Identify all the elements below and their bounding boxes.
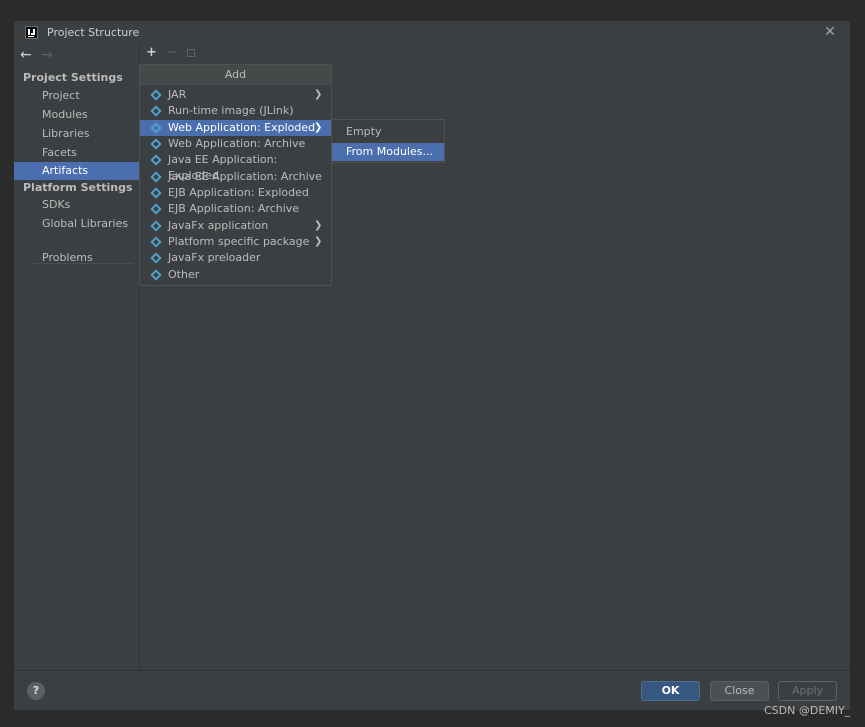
menu-item-runtime-image[interactable]: Run-time image (JLink) — [140, 103, 331, 119]
add-artifact-popup: Add JAR ❯ Run-time image (JLink) Web App… — [139, 64, 332, 286]
artifact-icon — [150, 154, 162, 166]
close-button[interactable]: Close — [710, 681, 769, 701]
intellij-app-icon — [25, 26, 38, 39]
menu-item-platform-specific-package[interactable]: Platform specific package ❯ — [140, 234, 331, 250]
menu-item-javafx-preloader[interactable]: JavaFx preloader — [140, 250, 331, 266]
menu-item-label: JAR — [168, 88, 187, 101]
menu-item-ejb-exploded[interactable]: EJB Application: Exploded — [140, 185, 331, 201]
submenu-item-from-modules[interactable]: From Modules... — [332, 143, 444, 161]
menu-item-label: JavaFx preloader — [168, 251, 261, 264]
sidebar-item-sdks[interactable]: SDKs — [14, 196, 139, 214]
artifact-icon — [150, 252, 162, 264]
ok-button[interactable]: OK — [641, 681, 700, 701]
artifact-icon — [150, 138, 162, 150]
chevron-right-icon: ❯ — [314, 236, 323, 247]
menu-item-ejb-archive[interactable]: EJB Application: Archive — [140, 201, 331, 217]
artifact-icon — [150, 122, 162, 134]
watermark-text: CSDN @DEMIY_ — [764, 704, 851, 717]
menu-item-label: EJB Application: Exploded — [168, 186, 309, 199]
artifact-icon — [150, 105, 162, 117]
artifact-icon — [150, 269, 162, 281]
artifact-icon — [150, 203, 162, 215]
artifact-icon — [150, 236, 162, 248]
forward-arrow-icon[interactable]: → — [41, 47, 53, 63]
sidebar-item-global-libraries[interactable]: Global Libraries — [14, 215, 139, 233]
help-button[interactable]: ? — [27, 682, 45, 700]
sidebar-item-facets[interactable]: Facets — [14, 144, 139, 162]
menu-item-other[interactable]: Other — [140, 267, 331, 283]
close-icon[interactable]: ✕ — [820, 23, 840, 41]
artifact-icon — [150, 171, 162, 183]
submenu-item-empty[interactable]: Empty — [332, 123, 444, 141]
menu-item-label: Run-time image (JLink) — [168, 104, 294, 117]
artifact-icon — [150, 89, 162, 101]
popup-title: Add — [140, 65, 331, 85]
menu-item-label: Other — [168, 268, 200, 281]
apply-button[interactable]: Apply — [778, 681, 837, 701]
web-application-exploded-submenu: Empty From Modules... — [331, 119, 445, 163]
plus-icon[interactable]: + — [146, 45, 157, 61]
settings-sidebar: ← → Project Settings Project Modules Lib… — [14, 44, 139, 670]
sidebar-item-modules[interactable]: Modules — [14, 106, 139, 124]
dialog-button-bar: ? OK Close Apply — [14, 670, 850, 710]
menu-item-javafx-application[interactable]: JavaFx application ❯ — [140, 218, 331, 234]
artifact-icon — [150, 187, 162, 199]
chevron-right-icon: ❯ — [314, 89, 323, 100]
title-bar: Project Structure ✕ — [14, 21, 850, 44]
menu-item-label: JavaFx application — [168, 219, 269, 232]
menu-item-label: Platform specific package — [168, 235, 310, 248]
chevron-right-icon: ❯ — [314, 122, 323, 133]
sidebar-item-project[interactable]: Project — [14, 87, 139, 105]
sidebar-item-libraries[interactable]: Libraries — [14, 125, 139, 143]
chevron-right-icon: ❯ — [314, 220, 323, 231]
menu-item-web-application-exploded[interactable]: Web Application: Exploded ❯ — [140, 120, 331, 136]
menu-item-label: Web Application: Archive — [168, 137, 306, 150]
menu-item-jar[interactable]: JAR ❯ — [140, 87, 331, 103]
artifact-icon — [150, 220, 162, 232]
sidebar-item-artifacts[interactable]: Artifacts — [14, 162, 139, 180]
project-settings-header: Project Settings — [23, 71, 123, 84]
menu-item-java-ee-archive[interactable]: Java EE Application: Archive — [140, 169, 331, 185]
back-arrow-icon[interactable]: ← — [20, 47, 32, 63]
minus-icon[interactable]: − — [167, 45, 178, 61]
menu-item-label: EJB Application: Archive — [168, 202, 300, 215]
platform-settings-header: Platform Settings — [23, 181, 133, 194]
copy-icon[interactable] — [187, 49, 195, 57]
menu-item-java-ee-exploded[interactable]: Java EE Application: Exploded — [140, 152, 331, 182]
menu-item-web-application-archive[interactable]: Web Application: Archive — [140, 136, 331, 152]
menu-item-label: Java EE Application: Archive — [168, 170, 322, 183]
sidebar-item-problems[interactable]: Problems — [14, 249, 139, 267]
window-title: Project Structure — [47, 26, 140, 39]
menu-item-label: Web Application: Exploded — [168, 121, 316, 134]
